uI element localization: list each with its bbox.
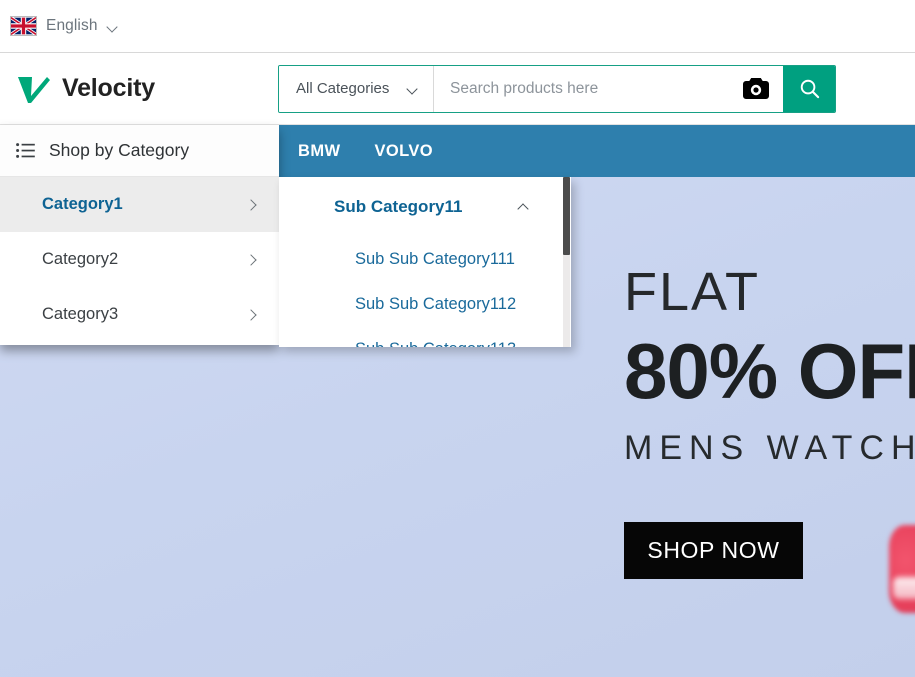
top-language-bar: English — [0, 0, 915, 53]
banner-line-1: FLAT — [624, 262, 761, 322]
banner-text-block: FLAT 80% OFF MENS WATCHES — [624, 265, 915, 468]
velocity-check-logo-icon — [18, 76, 50, 103]
shop-by-category-header[interactable]: Shop by Category — [0, 125, 279, 177]
shop-now-button[interactable]: SHOP NOW — [624, 522, 803, 579]
search-bar: All Categories — [278, 64, 836, 113]
sub-sub-category-item-112[interactable]: Sub Sub Category112 — [279, 282, 563, 327]
watch-product-image-highlight — [893, 577, 915, 599]
chevron-right-icon — [247, 310, 257, 320]
sidebar-item-category1[interactable]: Category1 — [0, 177, 279, 232]
site-header: Velocity All Categories — [0, 53, 915, 125]
subcategory-flyout: Sub Category11 Sub Sub Category111 Sub S… — [279, 177, 571, 347]
chevron-down-icon — [108, 22, 119, 33]
nav-item-bmw[interactable]: BMW — [298, 142, 340, 161]
search-icon — [800, 79, 819, 99]
camera-search-button[interactable] — [729, 65, 783, 112]
sub-sub-category-item-111[interactable]: Sub Sub Category111 — [279, 237, 563, 282]
page-root: FLAT 80% OFF MENS WATCHES SHOP NOW Engli… — [0, 0, 915, 677]
banner-line-2: 80% OFF — [624, 327, 915, 415]
chevron-right-icon — [247, 255, 257, 265]
banner-line-3: MENS WATCHES — [624, 428, 915, 467]
sidebar-item-label: Category2 — [42, 250, 119, 268]
category-sidebar: Shop by Category Category1 Category2 Cat… — [0, 125, 279, 345]
chevron-up-icon — [518, 202, 529, 213]
sidebar-title: Shop by Category — [49, 140, 190, 160]
category-dropdown-value: All Categories — [296, 80, 390, 97]
subcategory-scrollbar-thumb[interactable] — [563, 177, 570, 255]
sidebar-item-label: Category1 — [42, 195, 123, 213]
sub-category-group-header[interactable]: Sub Category11 — [279, 177, 563, 237]
sub-sub-category-item-113[interactable]: Sub Sub Category113 — [279, 327, 563, 347]
chevron-down-icon — [408, 84, 419, 95]
language-label: English — [46, 17, 98, 34]
search-input[interactable] — [434, 65, 729, 112]
sidebar-item-label: Category3 — [42, 305, 119, 323]
primary-nav: BMW VOLVO — [278, 125, 915, 177]
brand-logo[interactable]: Velocity — [0, 72, 262, 106]
camera-icon — [743, 78, 769, 99]
sub-category-label: Sub Category11 — [334, 197, 463, 216]
search-submit-button[interactable] — [783, 65, 835, 112]
chevron-right-icon — [247, 200, 257, 210]
brand-name: Velocity — [62, 74, 155, 102]
subcategory-list: Sub Category11 Sub Sub Category111 Sub S… — [279, 177, 563, 347]
watch-product-image — [889, 525, 915, 613]
list-menu-icon — [16, 143, 35, 158]
language-selector[interactable]: English — [10, 16, 119, 36]
sidebar-item-category2[interactable]: Category2 — [0, 232, 279, 287]
sidebar-item-category3[interactable]: Category3 — [0, 287, 279, 342]
category-dropdown[interactable]: All Categories — [279, 65, 434, 112]
nav-item-volvo[interactable]: VOLVO — [374, 142, 433, 161]
uk-flag-icon — [10, 16, 37, 36]
